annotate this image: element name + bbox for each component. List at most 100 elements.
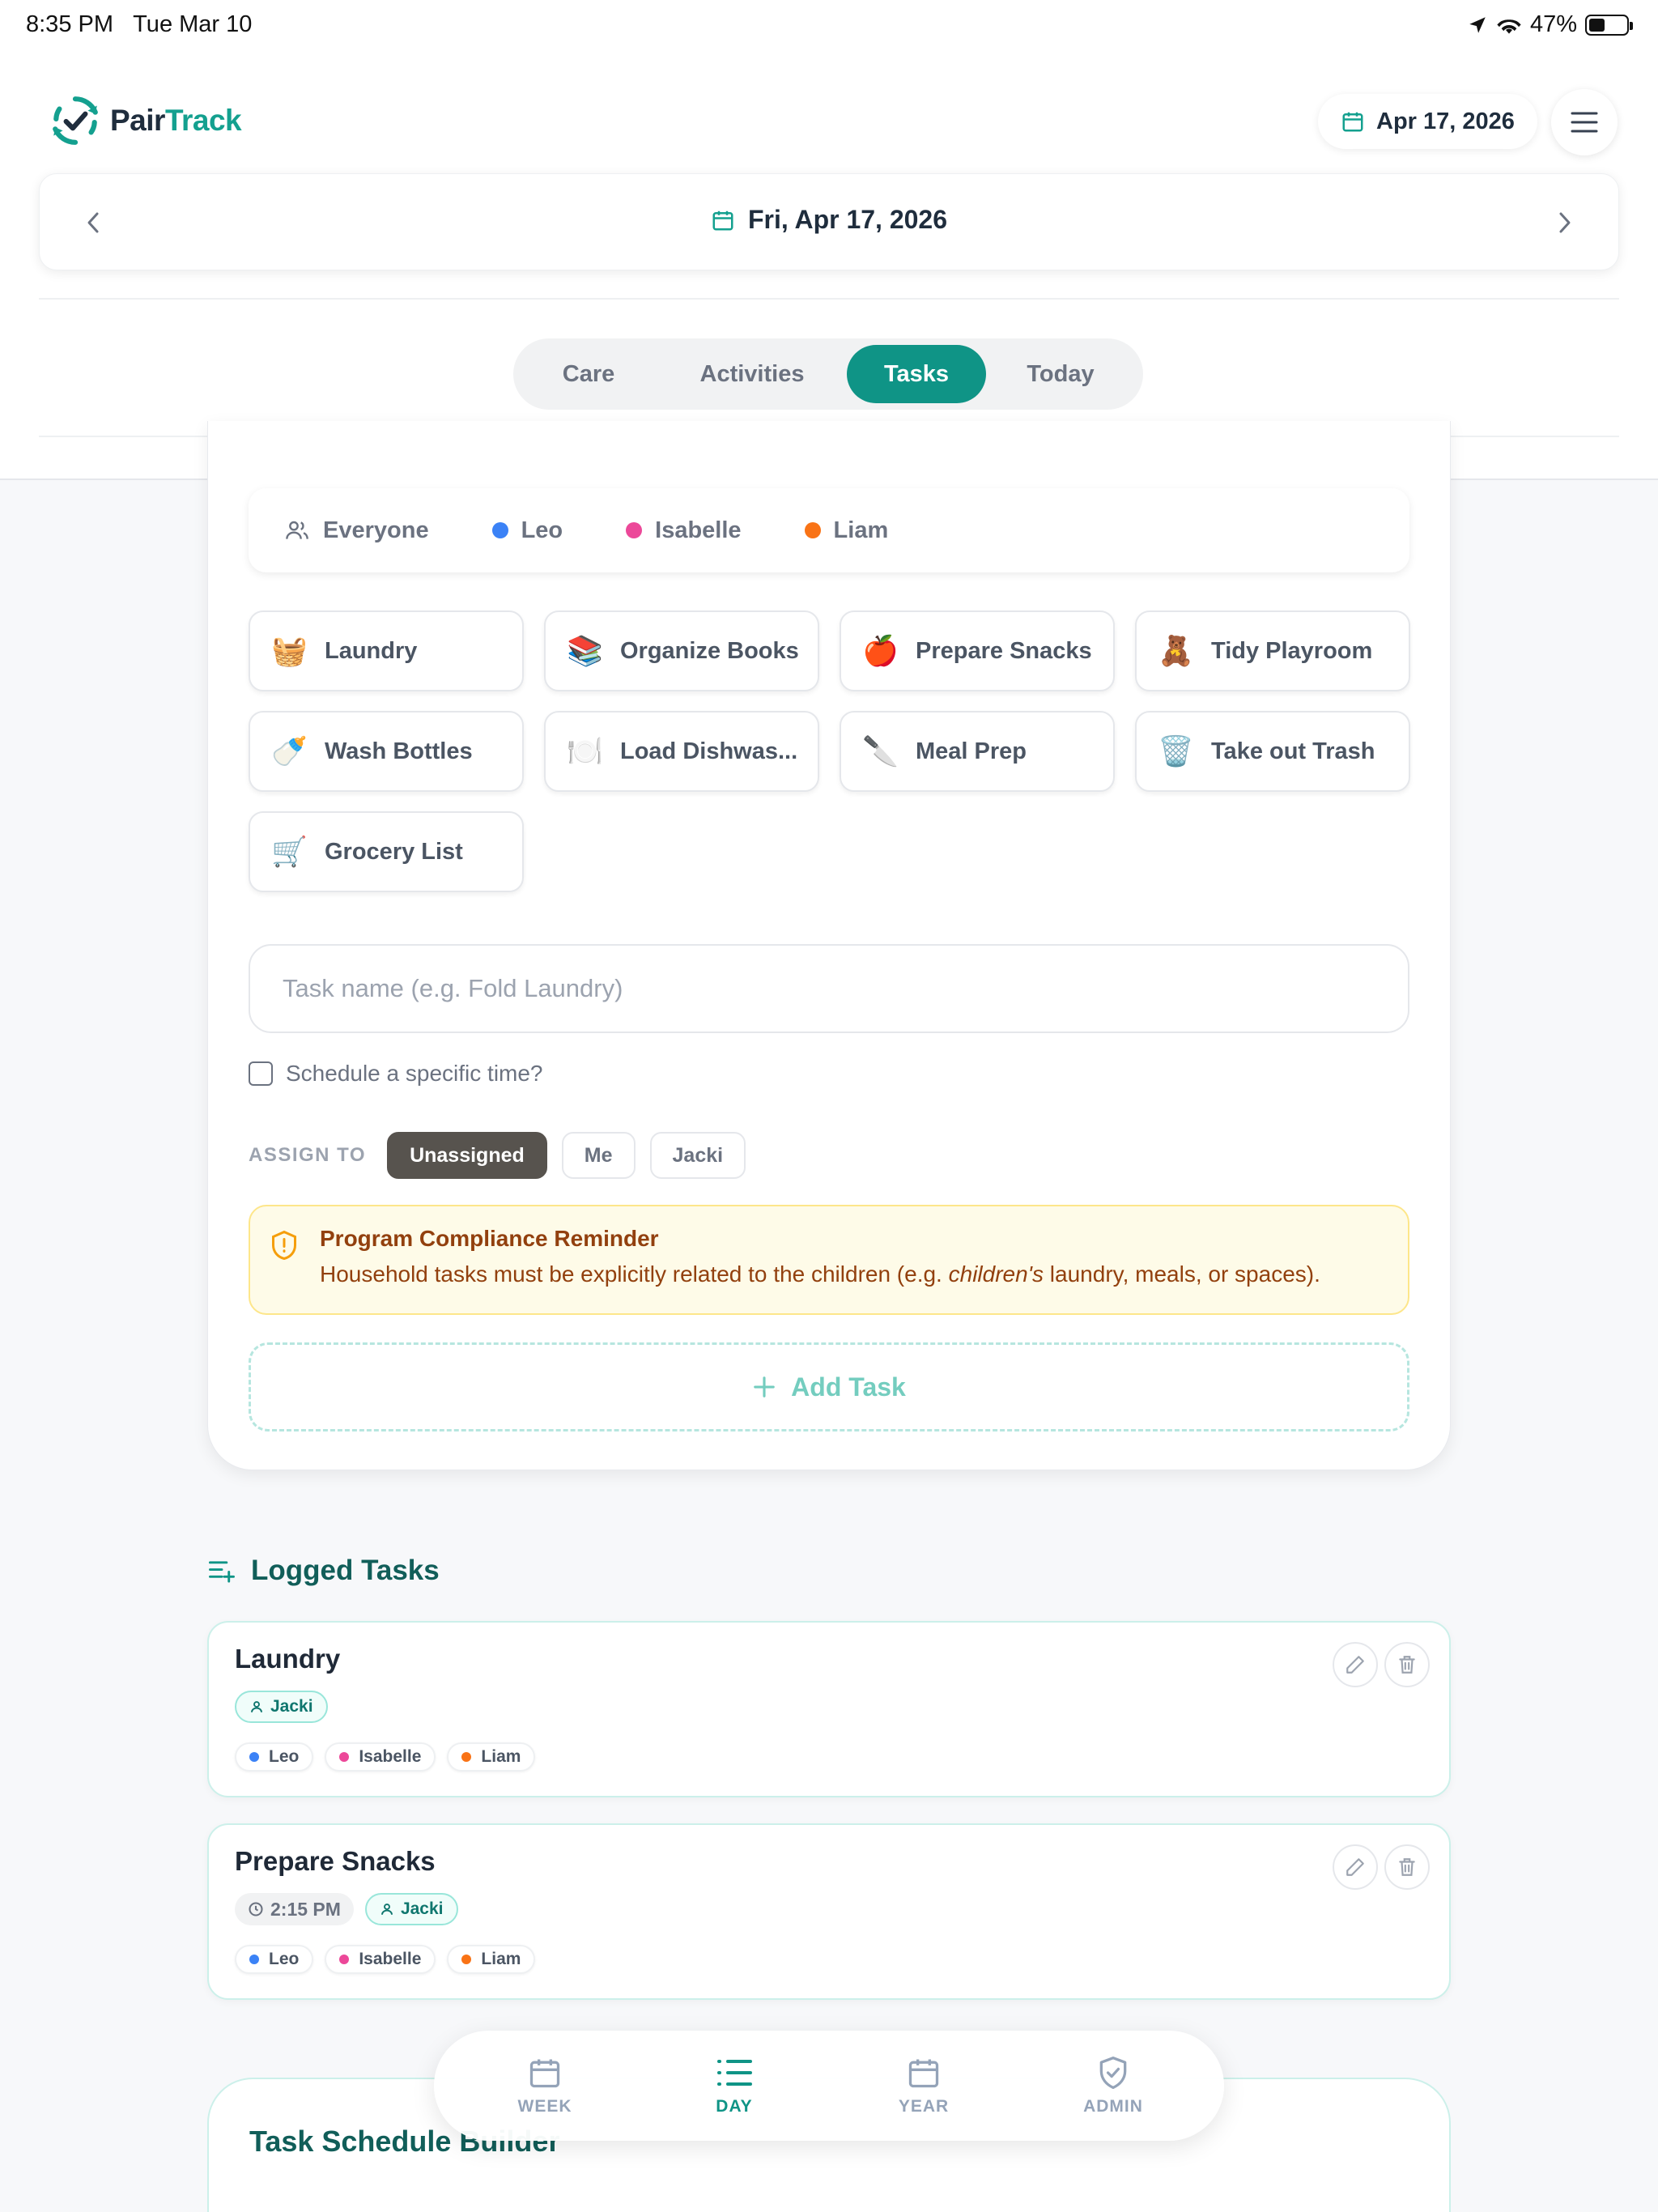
- quick-task-take-out-trash[interactable]: 🗑️ Take out Trash: [1135, 711, 1410, 792]
- assignee-badge: Jacki: [364, 1893, 458, 1925]
- basket-icon: 🧺: [271, 634, 308, 667]
- child-tag-label: Isabelle: [359, 1747, 422, 1766]
- reminder-title: Program Compliance Reminder: [320, 1226, 659, 1251]
- tab-activities[interactable]: Activities: [657, 345, 847, 403]
- assign-jacki-button[interactable]: Jacki: [649, 1132, 746, 1179]
- users-icon: [286, 521, 308, 539]
- filter-everyone-label: Everyone: [323, 517, 429, 543]
- delete-task-button[interactable]: [1384, 1642, 1430, 1687]
- add-task-card: Everyone Leo Isabelle Liam 🧺 Laundry 📚 O…: [207, 421, 1451, 1470]
- menu-button[interactable]: [1551, 89, 1618, 155]
- leo-color-dot: [491, 522, 508, 538]
- date-pill-label: Apr 17, 2026: [1376, 108, 1515, 134]
- child-tag-label: Leo: [269, 1950, 300, 1968]
- filter-isabelle[interactable]: Isabelle: [626, 517, 742, 544]
- calendar-icon: [712, 211, 733, 230]
- reminder-body: Household tasks must be explicitly relat…: [320, 1261, 1320, 1287]
- shopping-cart-icon: 🛒: [271, 835, 308, 868]
- quick-task-prepare-snacks[interactable]: 🍎 Prepare Snacks: [840, 610, 1115, 691]
- tab-tasks[interactable]: Tasks: [847, 345, 986, 403]
- wifi-icon: [1497, 19, 1521, 34]
- task-name-input[interactable]: [249, 944, 1409, 1033]
- shield-check-icon: [1099, 2057, 1127, 2089]
- battery-icon: [1585, 14, 1633, 36]
- assign-unassigned-button[interactable]: Unassigned: [387, 1132, 547, 1179]
- logged-tasks-header: Logged Tasks: [207, 1555, 440, 1587]
- quick-task-load-dishwasher[interactable]: 🍽️ Load Dishwas...: [544, 711, 819, 792]
- assign-me-button[interactable]: Me: [561, 1132, 636, 1179]
- current-day: Fri, Apr 17, 2026: [40, 205, 1618, 235]
- apple-icon: 🍎: [862, 634, 899, 667]
- tab-today[interactable]: Today: [986, 345, 1135, 403]
- nav-day[interactable]: DAY: [670, 2055, 799, 2116]
- child-tag-label: Isabelle: [359, 1950, 422, 1968]
- edit-task-button[interactable]: [1333, 1642, 1378, 1687]
- app-header: PairTrack Apr 17, 2026 Fri, Apr 17, 2026…: [0, 50, 1658, 480]
- assign-to-group: ASSIGN TO Unassigned Me Jacki: [249, 1132, 746, 1179]
- date-picker-button[interactable]: Apr 17, 2026: [1318, 94, 1537, 149]
- reminder-body-suffix: laundry, meals, or spaces).: [1044, 1261, 1320, 1287]
- app-logo[interactable]: PairTrack: [49, 94, 242, 147]
- section-tabs: Care Activities Tasks Today: [513, 338, 1143, 410]
- assignee-badge: Jacki: [235, 1691, 328, 1723]
- task-time: 2:15 PM: [270, 1898, 341, 1920]
- logo-track: Track: [164, 104, 242, 137]
- child-tag-liam: Liam: [447, 1742, 536, 1772]
- status-indicators: 47%: [1467, 11, 1633, 38]
- task-title: Prepare Snacks: [235, 1846, 436, 1876]
- next-day-button[interactable]: [1545, 203, 1584, 242]
- quick-task-laundry[interactable]: 🧺 Laundry: [249, 610, 524, 691]
- quick-task-grocery-list[interactable]: 🛒 Grocery List: [249, 811, 524, 892]
- hamburger-icon: [1571, 112, 1598, 133]
- isabelle-color-dot: [339, 1955, 350, 1964]
- nav-admin[interactable]: ADMIN: [1048, 2055, 1178, 2116]
- schedule-checkbox[interactable]: [249, 1061, 273, 1086]
- day-navigator: Fri, Apr 17, 2026: [39, 173, 1619, 270]
- assignee-name: Jacki: [270, 1697, 313, 1716]
- filter-leo[interactable]: Leo: [491, 517, 563, 544]
- pencil-icon: [1346, 1656, 1364, 1674]
- liam-color-dot: [461, 1955, 472, 1964]
- delete-task-button[interactable]: [1384, 1844, 1430, 1890]
- quick-task-label: Wash Bottles: [325, 738, 473, 764]
- child-tag-label: Liam: [481, 1950, 521, 1968]
- quick-task-wash-bottles[interactable]: 🍼 Wash Bottles: [249, 711, 524, 792]
- nav-week[interactable]: WEEK: [480, 2055, 610, 2116]
- quick-task-label: Organize Books: [620, 637, 799, 664]
- user-icon: [381, 1904, 393, 1915]
- clock-icon: [249, 1902, 263, 1916]
- trash-can-icon: 🗑️: [1158, 734, 1194, 768]
- logged-tasks-title: Logged Tasks: [251, 1555, 440, 1586]
- filter-everyone[interactable]: Everyone: [284, 517, 429, 544]
- plus-icon: [754, 1376, 775, 1397]
- time-badge: 2:15 PM: [235, 1893, 354, 1925]
- nav-year[interactable]: YEAR: [859, 2055, 988, 2116]
- isabelle-color-dot: [626, 522, 643, 538]
- quick-task-organize-books[interactable]: 📚 Organize Books: [544, 610, 819, 691]
- filter-isabelle-label: Isabelle: [655, 517, 742, 543]
- child-filter-bar: Everyone Leo Isabelle Liam: [249, 488, 1409, 572]
- task-children: Leo Isabelle Liam: [235, 1742, 536, 1772]
- liam-color-dot: [804, 522, 821, 538]
- filter-liam[interactable]: Liam: [804, 517, 888, 544]
- quick-task-tidy-playroom[interactable]: 🧸 Tidy Playroom: [1135, 610, 1410, 691]
- status-bar: 8:35 PM Tue Mar 10 47%: [0, 0, 1658, 50]
- tab-care[interactable]: Care: [520, 345, 657, 403]
- pencil-icon: [1346, 1858, 1364, 1876]
- quick-task-meal-prep[interactable]: 🔪 Meal Prep: [840, 711, 1115, 792]
- child-tag-label: Leo: [269, 1747, 300, 1766]
- user-icon: [251, 1701, 262, 1712]
- quick-task-label: Take out Trash: [1211, 738, 1375, 764]
- baby-bottle-icon: 🍼: [271, 734, 308, 768]
- knife-icon: 🔪: [862, 734, 899, 768]
- leo-color-dot: [249, 1752, 259, 1762]
- child-tag-label: Liam: [481, 1747, 521, 1766]
- calendar-icon: [1342, 112, 1363, 132]
- edit-task-button[interactable]: [1333, 1844, 1378, 1890]
- reminder-body-prefix: Household tasks must be explicitly relat…: [320, 1261, 949, 1287]
- logo-mark-icon: [53, 96, 98, 145]
- logo-pair: Pair: [110, 104, 165, 137]
- add-task-button[interactable]: Add Task: [249, 1342, 1409, 1431]
- schedule-time-toggle[interactable]: Schedule a specific time?: [249, 1061, 543, 1087]
- plate-icon: 🍽️: [567, 734, 603, 768]
